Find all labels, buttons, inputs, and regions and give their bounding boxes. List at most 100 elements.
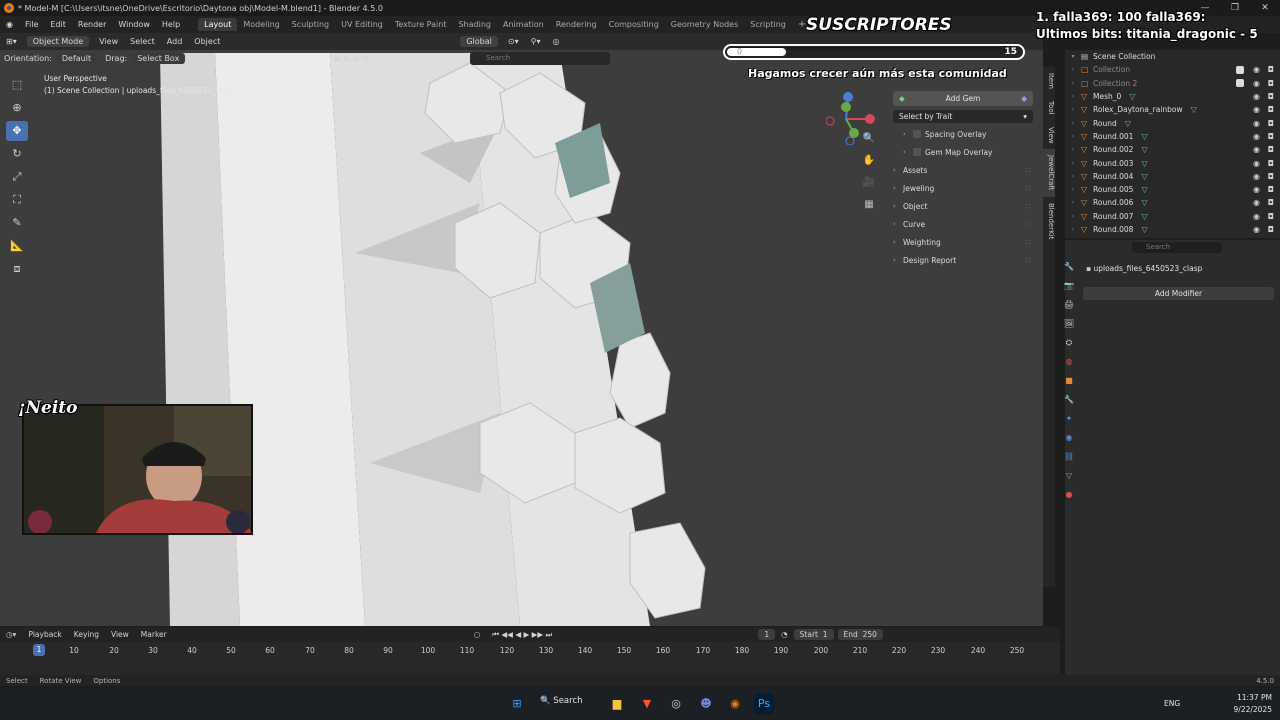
menu-add[interactable]: Add (161, 37, 189, 46)
menu-select[interactable]: Select (124, 37, 161, 46)
render-camera-icon[interactable]: ◘ (1268, 198, 1274, 207)
expand-icon[interactable]: › (1065, 186, 1081, 193)
visibility-eye-icon[interactable]: ◉ (1253, 79, 1260, 88)
orientation-dropdown[interactable]: Default (55, 53, 98, 64)
zoom-icon[interactable]: 🔍 (861, 131, 877, 147)
outliner-row[interactable]: › ▽ Rolex_Daytona_rainbow ▽ ◉ ◘ (1065, 103, 1280, 116)
render-camera-icon[interactable]: ◘ (1268, 185, 1274, 194)
render-camera-icon[interactable]: ◘ (1268, 159, 1274, 168)
exclude-checkbox[interactable] (1236, 79, 1244, 88)
output-tab-icon[interactable]: 🖨 (1063, 300, 1075, 313)
start-frame-field[interactable]: Start 1 (793, 629, 834, 640)
exclude-checkbox[interactable] (1236, 65, 1244, 74)
tab-tool[interactable]: Tool (1043, 95, 1055, 121)
expand-icon[interactable]: › (1065, 146, 1081, 153)
render-camera-icon[interactable]: ◘ (1268, 145, 1274, 154)
outliner-row[interactable]: › ▽ Mesh_0 ▽ ◉ ◘ (1065, 90, 1280, 103)
obs-icon[interactable]: ◎ (666, 694, 686, 714)
select-by-trait-dropdown[interactable]: Select by Trait ▾ (893, 109, 1033, 123)
tab-layout[interactable]: Layout (198, 18, 238, 31)
gem-map-overlay-checkbox[interactable] (913, 148, 921, 156)
menu-object[interactable]: Object (188, 37, 226, 46)
spacing-overlay-checkbox[interactable] (913, 130, 921, 138)
expand-icon[interactable]: › (1065, 199, 1081, 206)
visibility-eye-icon[interactable]: ◉ (1253, 92, 1260, 101)
render-camera-icon[interactable]: ◘ (1268, 105, 1274, 114)
pivot-icon[interactable]: ⊙▾ (502, 37, 525, 46)
outliner-row[interactable]: › ▢ Collection ◉ ◘ (1065, 63, 1280, 76)
tab-blenderkit[interactable]: BlenderKit (1043, 197, 1055, 245)
visibility-eye-icon[interactable]: ◉ (1253, 212, 1260, 221)
render-tab-icon[interactable]: 📷 (1063, 281, 1075, 294)
menu-edit[interactable]: Edit (44, 20, 72, 29)
annotate-tool-icon[interactable]: ✎ (6, 213, 28, 233)
section-assets[interactable]: › Assets ∷ (893, 161, 1037, 179)
view-layer-tab-icon[interactable]: 🖼 (1063, 319, 1075, 332)
cursor-tool-icon[interactable]: ⊕ (6, 98, 28, 118)
tab-item[interactable]: Item (1043, 67, 1055, 95)
expand-icon[interactable]: › (1065, 106, 1081, 113)
tab-jewelcraft[interactable]: JewelCraft (1043, 149, 1055, 197)
expand-icon[interactable]: › (1065, 226, 1081, 233)
outliner-row[interactable]: › ▽ Round.004 ▽ ◉ ◘ (1065, 170, 1280, 183)
tab-uv-editing[interactable]: UV Editing (335, 18, 389, 31)
menu-help[interactable]: Help (156, 20, 186, 29)
tab-geometry-nodes[interactable]: Geometry Nodes (665, 18, 744, 31)
timeline-ruler[interactable]: 1102030405060708090100110120130140150160… (0, 644, 1060, 658)
taskbar-search[interactable]: 🔍 Search (540, 696, 583, 706)
expand-icon[interactable]: › (1065, 80, 1081, 87)
shading-icons[interactable]: ▣ ◐ ◉ ◍ ◌ (329, 54, 383, 63)
outliner-row[interactable]: › ▢ Collection 2 ◉ ◘ (1065, 77, 1280, 90)
render-camera-icon[interactable]: ◘ (1268, 79, 1274, 88)
render-camera-icon[interactable]: ◘ (1268, 92, 1274, 101)
expand-icon[interactable]: › (1065, 160, 1081, 167)
photoshop-icon[interactable]: Ps (754, 694, 774, 714)
brave-browser-icon[interactable]: ▼ (637, 694, 657, 714)
render-camera-icon[interactable]: ◘ (1268, 225, 1274, 234)
render-camera-icon[interactable]: ◘ (1268, 132, 1274, 141)
section-weighting[interactable]: › Weighting ∷ (893, 233, 1037, 251)
outliner-row[interactable]: › ▽ Round ▽ ◉ ◘ (1065, 116, 1280, 129)
outliner-row[interactable]: › ▽ Round.006 ▽ ◉ ◘ (1065, 196, 1280, 209)
outliner-row[interactable]: › ▽ Round.008 ▽ ◉ ◘ (1065, 223, 1280, 236)
drag-dropdown[interactable]: Select Box (131, 53, 186, 64)
visibility-eye-icon[interactable]: ◉ (1253, 132, 1260, 141)
data-tab-icon[interactable]: ▽ (1063, 471, 1075, 484)
outliner-header[interactable]: ▾ ▤ Scene Collection (1065, 50, 1280, 63)
editor-type-icon[interactable]: ⊞▾ (0, 37, 23, 46)
transform-orientation-dropdown[interactable]: Global (460, 36, 498, 47)
visibility-eye-icon[interactable]: ◉ (1253, 65, 1260, 74)
proportional-edit-icon[interactable]: ◎ (546, 37, 565, 46)
discord-icon[interactable]: ☻ (696, 694, 716, 714)
playback-controls[interactable]: ⏮ ◀◀ ◀ ▶ ▶▶ ⏭ (486, 630, 558, 640)
mode-dropdown[interactable]: Object Mode (26, 36, 90, 47)
current-frame-marker[interactable]: 1 (33, 644, 45, 656)
add-cube-tool-icon[interactable]: ⧈ (6, 259, 28, 279)
language-indicator[interactable]: ENG (1164, 699, 1180, 708)
keying-menu[interactable]: Keying (68, 630, 105, 639)
tab-compositing[interactable]: Compositing (603, 18, 665, 31)
outliner-row[interactable]: › ▽ Round.007 ▽ ◉ ◘ (1065, 210, 1280, 223)
snap-icon[interactable]: ⚲▾ (525, 37, 547, 46)
tool-tab-icon[interactable]: 🔧 (1063, 262, 1075, 275)
expand-icon[interactable]: › (1065, 93, 1081, 100)
section-jeweling[interactable]: › Jeweling ∷ (893, 179, 1037, 197)
tab-modeling[interactable]: Modeling (237, 18, 285, 31)
material-tab-icon[interactable]: ● (1063, 490, 1075, 503)
properties-search-input[interactable]: Search (1132, 242, 1222, 253)
menu-view[interactable]: View (93, 37, 124, 46)
scene-tab-icon[interactable]: ⛭ (1063, 338, 1075, 351)
render-camera-icon[interactable]: ◘ (1268, 212, 1274, 221)
visibility-eye-icon[interactable]: ◉ (1253, 225, 1260, 234)
expand-icon[interactable]: › (1065, 133, 1081, 140)
close-button[interactable]: ✕ (1250, 0, 1280, 16)
tab-view[interactable]: View (1043, 121, 1055, 150)
grid-ortho-icon[interactable]: ▦ (861, 197, 877, 213)
scale-tool-icon[interactable]: ⤢ (6, 167, 28, 187)
timeline-view-menu[interactable]: View (105, 630, 135, 639)
windows-start-icon[interactable]: ⊞ (507, 694, 527, 714)
pan-hand-icon[interactable]: ✋ (861, 153, 877, 169)
expand-icon[interactable]: › (1065, 213, 1081, 220)
3d-viewport[interactable]: ⊞▾ Object Mode View Select Add Object Gl… (0, 33, 1043, 626)
file-explorer-icon[interactable]: ▆ (607, 694, 627, 714)
